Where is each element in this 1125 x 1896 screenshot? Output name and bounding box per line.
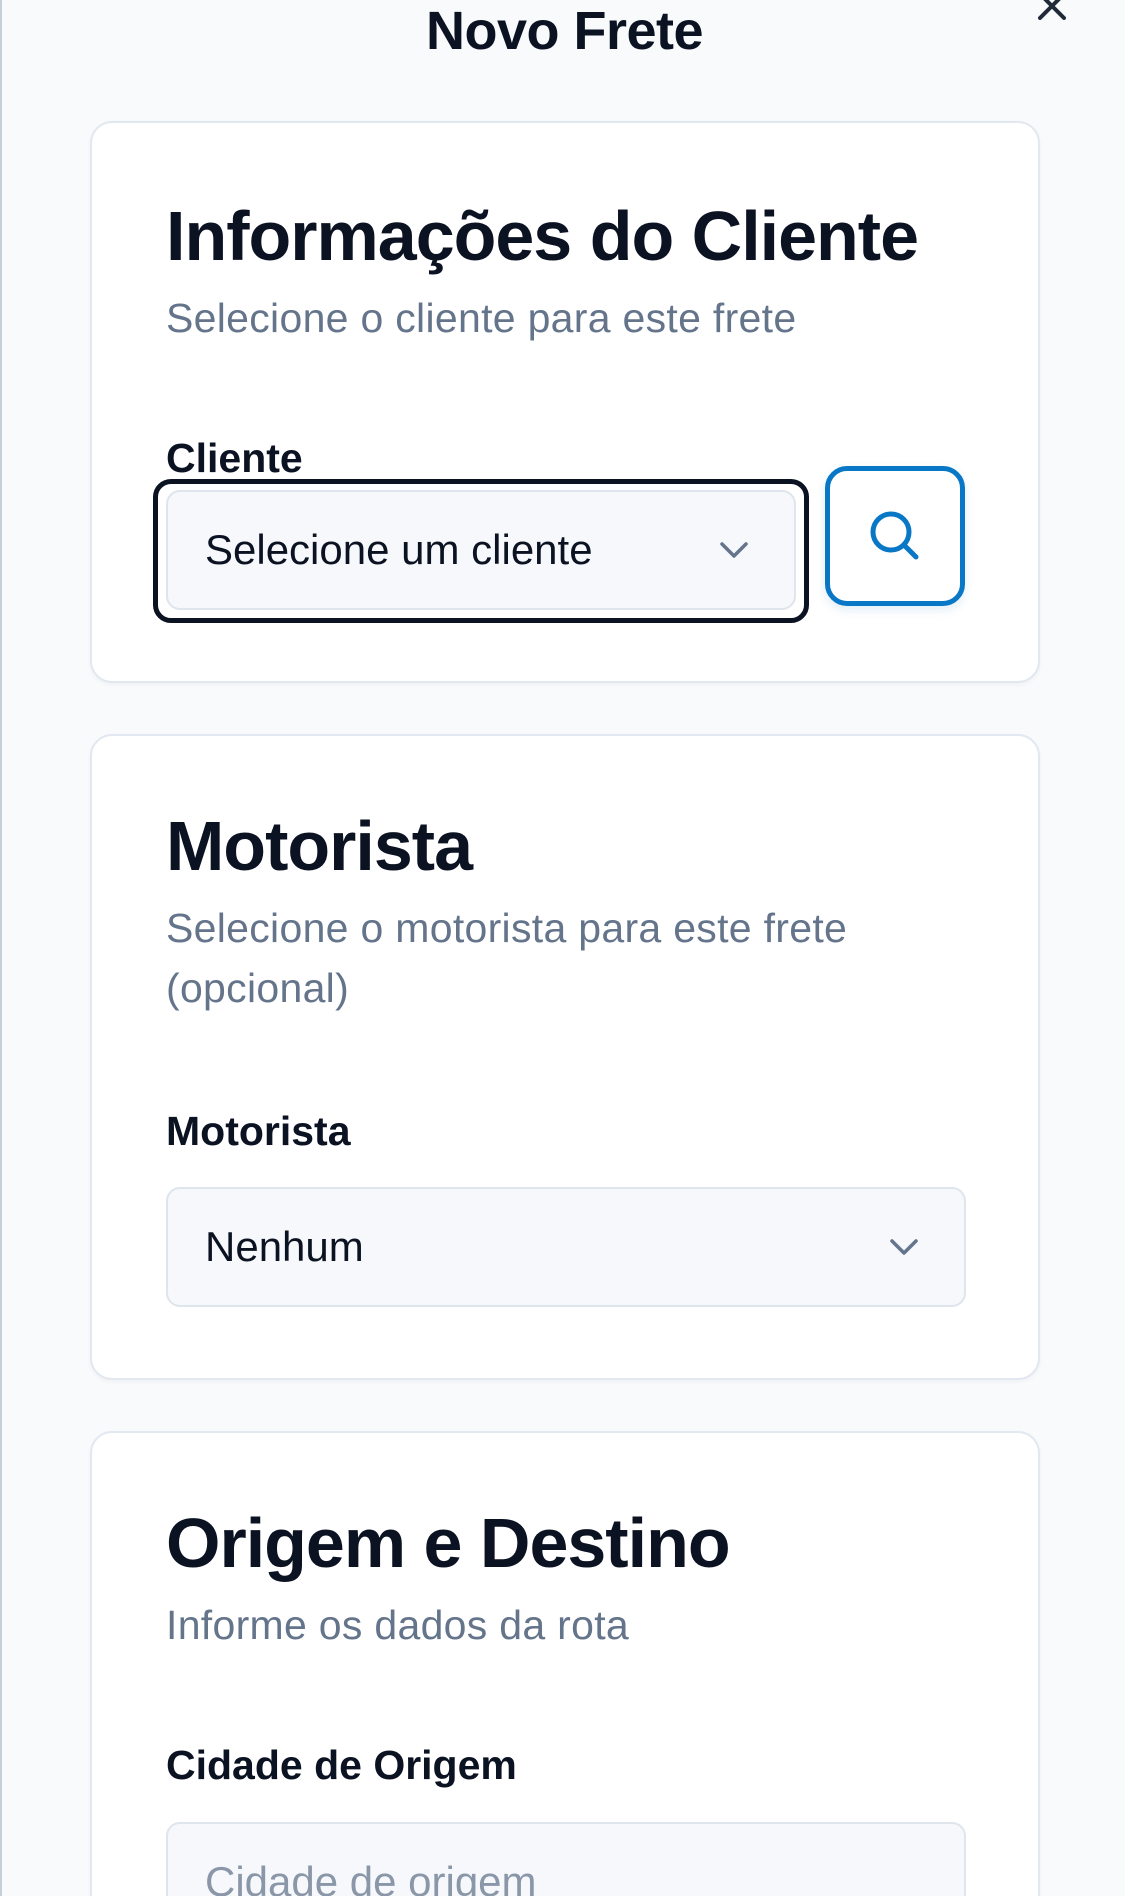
client-select-value: Selecione um cliente [205, 526, 593, 573]
client-section-description: Selecione o cliente para este frete [166, 295, 797, 341]
driver-select[interactable]: Nenhum [166, 1187, 966, 1307]
search-icon [870, 511, 919, 560]
driver-card: Motorista Selecione o motorista para est… [90, 734, 1040, 1380]
modal-title: Novo Frete [425, 1, 704, 61]
driver-select-value: Nenhum [205, 1223, 364, 1270]
origin-city-input[interactable] [166, 1822, 966, 1896]
search-client-button[interactable] [825, 466, 965, 606]
chevron-down-icon [720, 542, 748, 558]
origin-city-label: Cidade de Origem [166, 1742, 517, 1788]
driver-field-label: Motorista [166, 1108, 351, 1154]
driver-section-description: Selecione o motorista para este frete (o… [166, 905, 848, 1011]
client-field-label: Cliente [166, 435, 303, 481]
client-select[interactable]: Selecione um cliente [166, 490, 796, 610]
client-info-card: Informações do Cliente Selecione o clien… [90, 121, 1040, 683]
route-section-description: Informe os dados da rota [166, 1602, 630, 1648]
driver-section-title: Motorista [166, 807, 473, 885]
route-card: Origem e Destino Informe os dados da rot… [90, 1431, 1040, 1896]
close-icon[interactable] [1032, 0, 1072, 26]
new-freight-modal: Novo Frete Informações do Cliente Seleci… [0, 0, 1125, 1896]
client-section-title: Informações do Cliente [166, 197, 919, 275]
chevron-down-icon [890, 1239, 918, 1255]
route-section-title: Origem e Destino [166, 1504, 731, 1582]
